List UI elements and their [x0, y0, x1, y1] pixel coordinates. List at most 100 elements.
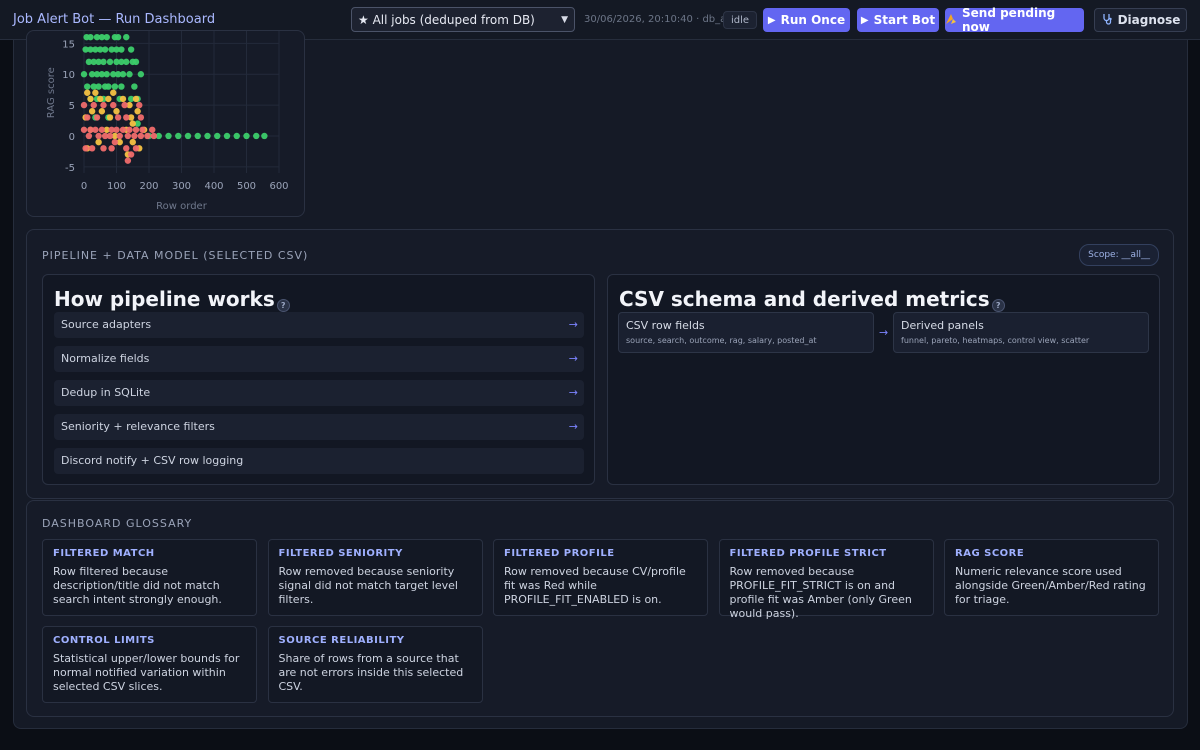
x-axis-label: Row order	[156, 201, 208, 212]
how-pipeline-heading: How pipeline works?	[54, 287, 290, 312]
y-axis-label: RAG score	[46, 67, 57, 118]
pipeline-section-title: PIPELINE + DATA MODEL (SELECTED CSV)	[42, 249, 309, 262]
scatter-point-green	[105, 83, 112, 90]
scatter-point-red	[85, 132, 93, 140]
scatter-point-red	[131, 132, 138, 140]
scatter-point-amber	[134, 108, 141, 115]
scatter-point-red	[93, 114, 101, 121]
scatter-point-red	[136, 101, 143, 109]
job-select[interactable]: ★ All jobs (deduped from DB) ▼	[351, 7, 575, 32]
pipeline-step: Source adapters →	[54, 312, 584, 338]
glossary-section: DASHBOARD GLOSSARY FILTERED MATCH Row fil…	[26, 500, 1174, 717]
scatter-point-red	[84, 114, 91, 121]
csv-schema-heading: CSV schema and derived metrics?	[619, 287, 1005, 312]
scatter-point-amber	[105, 95, 112, 103]
scatter-point-green	[123, 33, 130, 41]
status-badge: idle	[723, 11, 758, 29]
glossary-definition: Row removed because seniority signal did…	[278, 565, 458, 606]
scatter-point-green	[111, 83, 119, 90]
derived-panels-list: funnel, pareto, heatmaps, control view, …	[901, 336, 1090, 345]
csv-schema-heading-text: CSV schema and derived metrics	[619, 287, 990, 311]
help-icon[interactable]: ?	[991, 299, 1005, 312]
scatter-point-green	[114, 33, 122, 41]
diagnose-button[interactable]: Diagnose	[1094, 8, 1187, 32]
scatter-point-red	[113, 126, 120, 133]
scatter-point-green	[175, 132, 182, 140]
scatter-point-amber	[106, 114, 114, 121]
scatter-point-red	[108, 145, 115, 152]
scatter-point-red	[98, 126, 106, 133]
pipeline-step: Dedup in SQLite →	[54, 380, 584, 406]
scatter-point-red	[90, 101, 97, 109]
scatter-point-red	[127, 151, 135, 158]
scatter-point-red	[123, 114, 130, 121]
scatter-point-red	[119, 126, 127, 133]
glossary-item: SOURCE RELIABILITY Share of rows from a s…	[267, 626, 483, 703]
y-tick-label: 5	[69, 101, 75, 112]
diagnose-label: Diagnose	[1117, 13, 1181, 27]
scatter-point-red	[137, 114, 145, 121]
run-once-button[interactable]: ▶ Run Once	[763, 8, 850, 32]
scatter-point-green	[87, 33, 94, 41]
pipeline-step-label: Normalize fields	[61, 352, 150, 365]
scatter-point-red	[80, 126, 88, 133]
scatter-point-red	[92, 126, 99, 133]
y-tick-label: 0	[69, 132, 75, 143]
x-tick-label: 500	[237, 181, 256, 192]
arrow-right-icon: →	[568, 386, 578, 399]
pipeline-step: Normalize fields →	[54, 346, 584, 372]
arrow-right-icon: →	[568, 352, 578, 365]
pipeline-step-label: Discord notify + CSV row logging	[61, 454, 244, 467]
scatter-point-amber	[113, 108, 120, 115]
play-icon: ▶	[767, 14, 776, 26]
scatter-point-green	[137, 71, 145, 78]
help-icon[interactable]: ?	[276, 299, 290, 312]
scatter-point-red	[111, 138, 119, 146]
glossary-term: FILTERED SENIORITY	[278, 548, 403, 559]
scatter-point-green	[194, 132, 201, 140]
glossary-definition: Row filtered because description/title d…	[53, 565, 222, 606]
chevron-down-icon: ▼	[561, 14, 568, 25]
scatter-point-red	[82, 145, 89, 152]
scatter-point-amber	[110, 89, 117, 96]
scatter-point-red	[126, 126, 133, 133]
scatter-point-green	[100, 58, 107, 66]
play-icon: ▶	[860, 14, 869, 26]
rag-scatter-chart: 0 100 200 300 400 500 600 15 10 5 0 -5 Row order RAG …	[46, 31, 289, 212]
pipeline-step: Seniority + relevance filters →	[54, 414, 584, 440]
stethoscope-icon	[1101, 13, 1113, 28]
scatter-point-amber	[129, 120, 136, 127]
run-once-label: Run Once	[780, 13, 846, 27]
send-pending-button[interactable]: Send pending now	[945, 6, 1084, 34]
scatter-point-red	[150, 132, 158, 140]
scatter-point-red	[80, 101, 88, 109]
scatter-point-red	[124, 132, 132, 140]
pipeline-step-label: Dedup in SQLite	[61, 386, 151, 399]
scatter-point-red	[139, 126, 146, 133]
scatter-point-green	[84, 83, 91, 90]
arrow-right-icon: →	[568, 318, 578, 331]
send-pending-label: Send pending now	[962, 6, 1056, 34]
csv-row-fields-box: CSV row fields source, search, outcome, …	[618, 312, 874, 353]
scatter-point-red	[144, 132, 151, 140]
pipeline-section: PIPELINE + DATA MODEL (SELECTED CSV) Sco…	[26, 229, 1174, 499]
scatter-point-amber	[92, 89, 99, 96]
scatter-point-amber	[95, 138, 102, 146]
scatter-point-green	[184, 132, 192, 140]
glossary-term: CONTROL LIMITS	[53, 635, 155, 646]
glossary-term: RAG SCORE	[955, 548, 1025, 559]
scatter-point-green	[253, 132, 260, 140]
scatter-point-red	[116, 132, 123, 140]
scatter-point-red	[100, 145, 107, 152]
scatter-point-amber	[97, 95, 104, 103]
scatter-point-amber	[98, 108, 106, 115]
glossary-definition: Row removed because PROFILE_FIT_STRICT i…	[729, 565, 912, 620]
scatter-point-red	[106, 132, 114, 140]
scatter-point-red	[114, 114, 122, 121]
scatter-point-amber	[84, 89, 91, 96]
scatter-point-red	[100, 101, 107, 109]
scatter-point-green	[214, 132, 221, 140]
scatter-point-green	[223, 132, 231, 140]
x-tick-label: 100	[107, 181, 126, 192]
start-bot-button[interactable]: ▶ Start Bot	[857, 8, 939, 32]
